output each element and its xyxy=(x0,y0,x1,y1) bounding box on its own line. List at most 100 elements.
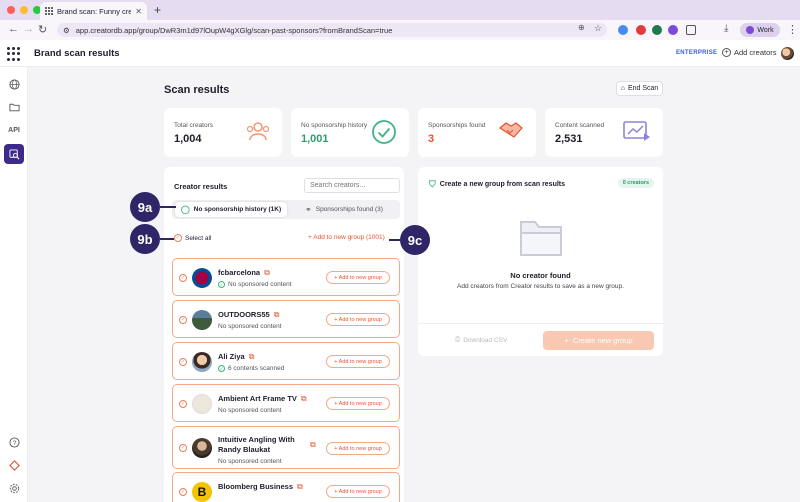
creatordb-mark-icon[interactable] xyxy=(7,458,21,472)
creator-name-text: Ali Ziya xyxy=(218,352,245,361)
extension-icon[interactable] xyxy=(618,25,628,35)
creator-name: Ali Ziya ⧉ xyxy=(218,352,254,362)
row-checkbox[interactable]: ✓ xyxy=(179,444,187,452)
sidebar-item-api[interactable]: API xyxy=(7,123,21,137)
site-info-icon[interactable]: ⚙ xyxy=(63,26,70,35)
tab-sponsorships-found[interactable]: ⚭ Sponsorships found (3) xyxy=(290,202,398,217)
plus-icon: + xyxy=(564,336,569,345)
extensions-puzzle-icon[interactable] xyxy=(686,25,696,35)
minimize-window-button[interactable] xyxy=(20,6,28,14)
close-tab-icon[interactable]: ✕ xyxy=(135,7,142,16)
settings-gear-icon[interactable] xyxy=(7,481,21,495)
empty-state-title: No creator found xyxy=(510,271,571,280)
stat-card-content-scanned: Content scanned 2,531 xyxy=(545,108,663,157)
add-to-new-group-button[interactable]: + Add to new group xyxy=(326,355,390,368)
profile-avatar-icon xyxy=(746,26,755,34)
add-to-new-group-button[interactable]: + Add to new group xyxy=(326,485,390,498)
add-creators-button[interactable]: + Add creators xyxy=(722,48,777,57)
extension-icon[interactable] xyxy=(668,25,678,35)
stat-value: 1,004 xyxy=(174,133,202,145)
new-tab-icon[interactable]: + xyxy=(154,3,161,17)
creator-name-text: Bloomberg Business xyxy=(218,482,294,491)
creator-row[interactable]: ✓ Ambient Art Frame TV ⧉ No sponsored con… xyxy=(172,384,400,422)
row-checkbox[interactable]: ✓ xyxy=(179,488,187,496)
external-link-icon[interactable]: ⧉ xyxy=(274,310,280,319)
download-icon[interactable]: ⤓ xyxy=(724,23,728,34)
creator-status: No sponsored content xyxy=(218,323,282,330)
creator-row[interactable]: ✓ fcbarcelona ⧉ ✓ No sponsored content + A… xyxy=(172,258,400,296)
creator-name: Bloomberg Business ⧉ xyxy=(218,482,303,492)
stat-value: 3 xyxy=(428,133,435,145)
create-new-group-button[interactable]: + Create new group xyxy=(543,331,654,350)
creator-row[interactable]: ✓ Ali Ziya ⧉ ✓ 6 contents scanned + Add to… xyxy=(172,342,400,380)
check-circle-icon: ✓ xyxy=(218,281,225,288)
empty-state-subtitle: Add creators from Creator results to sav… xyxy=(457,283,624,290)
folder-icon[interactable] xyxy=(7,100,21,114)
callout-9a: 9a xyxy=(130,192,160,222)
address-bar[interactable]: ⚙ app.creatordb.app/group/DwR3m1d97lOupW… xyxy=(57,23,607,37)
add-to-new-group-button[interactable]: + Add to new group xyxy=(326,397,390,410)
creator-status-text: No sponsored content xyxy=(228,281,292,288)
end-scan-button[interactable]: ⌂ End Scan xyxy=(616,81,663,96)
creator-status: No sponsored content xyxy=(218,458,282,465)
close-window-button[interactable] xyxy=(7,6,15,14)
bookmark-star-icon[interactable]: ☆ xyxy=(594,23,602,34)
create-group-panel: ⛉ Create a new group from scan results 0… xyxy=(418,167,663,356)
callout-9b: 9b xyxy=(130,224,160,254)
external-link-icon[interactable]: ⧉ xyxy=(264,268,270,277)
creator-avatar xyxy=(192,438,212,458)
brand-scan-icon[interactable] xyxy=(4,144,24,164)
browser-toolbar: ← → ↻ ⚙ app.creatordb.app/group/DwR3m1d9… xyxy=(0,20,800,40)
tab-label: No sponsorship history (1K) xyxy=(193,206,282,213)
creator-results-panel: Creator results ◯ No sponsorship history… xyxy=(164,167,404,502)
add-to-new-group-button[interactable]: + Add to new group xyxy=(326,271,390,284)
creator-status: ✓ No sponsored content xyxy=(218,281,292,288)
tab-no-sponsorship-history[interactable]: ◯ No sponsorship history (1K) xyxy=(175,202,287,217)
external-link-icon[interactable]: ⧉ xyxy=(297,482,303,491)
back-icon[interactable]: ← xyxy=(8,23,19,35)
extension-icon[interactable] xyxy=(652,25,662,35)
check-circle-icon xyxy=(372,120,396,144)
creator-row[interactable]: ✓ OUTDOORS55 ⧉ No sponsored content + Add… xyxy=(172,300,400,338)
zoom-icon[interactable]: ⊕ xyxy=(578,23,585,32)
main-content: Scan results ⌂ End Scan Total creators 1… xyxy=(28,67,800,502)
select-all-checkbox[interactable]: ✓ Select all xyxy=(174,234,211,242)
add-to-new-group-button[interactable]: + Add to new group xyxy=(326,313,390,326)
browser-menu-icon[interactable]: ⋮ xyxy=(787,23,798,36)
extension-icon[interactable] xyxy=(636,25,646,35)
add-to-new-group-button[interactable]: + Add to new group xyxy=(326,442,390,455)
browser-tab[interactable]: Brand scan: Funny creators I ✕ xyxy=(40,2,147,20)
external-link-icon[interactable]: ⧉ xyxy=(249,352,255,361)
row-checkbox[interactable]: ✓ xyxy=(179,400,187,408)
creator-status: No sponsored content xyxy=(218,407,282,414)
forward-icon[interactable]: → xyxy=(23,23,34,35)
help-icon[interactable]: ? xyxy=(7,435,21,449)
external-link-icon[interactable]: ⧉ xyxy=(301,394,307,403)
add-all-to-new-group-button[interactable]: + Add to new group (1001) xyxy=(308,234,385,241)
stat-label: Sponsorships found xyxy=(428,122,486,129)
callout-9c-line xyxy=(389,239,401,241)
end-scan-label: End Scan xyxy=(627,85,659,92)
check-circle-icon: ◯ xyxy=(180,205,190,214)
creator-name: Ambient Art Frame TV ⧉ xyxy=(218,394,307,404)
globe-icon[interactable] xyxy=(7,77,21,91)
external-link-icon[interactable]: ⧉ xyxy=(310,440,316,450)
reload-icon[interactable]: ↻ xyxy=(38,23,47,36)
creator-row[interactable]: ✓ B Bloomberg Business ⧉ + Add to new gro… xyxy=(172,472,400,502)
creator-avatar xyxy=(192,268,212,288)
app-header: Brand scan results ENTERPRISE + Add crea… xyxy=(0,40,800,67)
creator-name-text: Ambient Art Frame TV xyxy=(218,394,297,403)
creator-name-text: Intuitive Angling With Randy Blaukat xyxy=(218,435,295,454)
creatordb-logo-icon[interactable] xyxy=(7,47,21,61)
row-checkbox[interactable]: ✓ xyxy=(179,358,187,366)
user-avatar[interactable] xyxy=(781,47,794,60)
check-circle-icon: ✓ xyxy=(218,365,225,372)
tab-title: Brand scan: Funny creators I xyxy=(57,6,132,16)
creator-row[interactable]: ✓ Intuitive Angling With Randy Blaukat ⧉… xyxy=(172,426,400,469)
row-checkbox[interactable]: ✓ xyxy=(179,316,187,324)
row-checkbox[interactable]: ✓ xyxy=(179,274,187,282)
download-csv-button[interactable]: ⎙ Download CSV xyxy=(455,336,507,344)
profile-button[interactable]: Work xyxy=(740,23,780,37)
create-group-footer: ⎙ Download CSV + Create new group xyxy=(418,323,663,356)
search-creators-input[interactable] xyxy=(304,178,400,193)
